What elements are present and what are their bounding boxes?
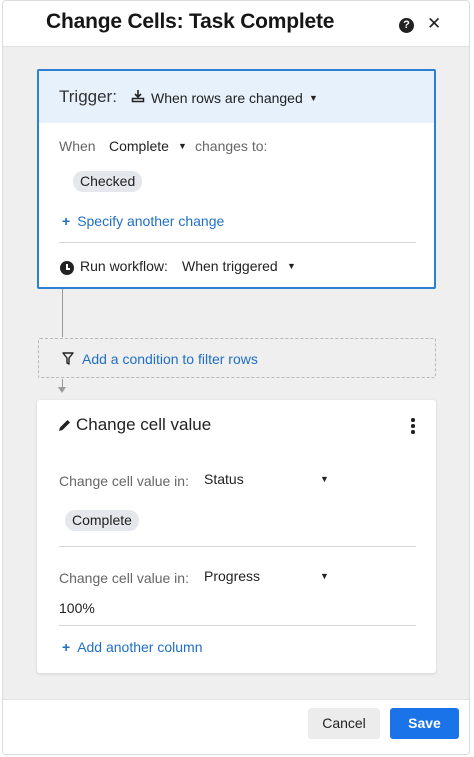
change-cell-label: Change cell value in: — [59, 473, 189, 489]
dialog-header: Change Cells: Task Complete ? ✕ — [3, 1, 469, 47]
specify-another-change-link[interactable]: + Specify another change — [62, 213, 224, 229]
clock-icon — [60, 261, 74, 275]
save-button[interactable]: Save — [390, 708, 459, 739]
progress-value-input[interactable]: 100% — [59, 600, 95, 616]
change-cell-label: Change cell value in: — [59, 570, 189, 586]
changes-to-label: changes to: — [195, 138, 268, 154]
dialog-title: Change Cells: Task Complete — [46, 10, 335, 33]
column-select-status[interactable]: Status — [204, 471, 244, 487]
when-column-select[interactable]: Complete — [109, 138, 169, 154]
value-chip-complete[interactable]: Complete — [65, 510, 139, 531]
rows-changed-icon — [131, 90, 145, 103]
arrow-down-icon — [58, 387, 66, 393]
dialog-footer: Cancel Save — [3, 699, 469, 754]
add-another-column-link[interactable]: + Add another column — [62, 639, 203, 655]
action-title: Change cell value — [76, 415, 212, 434]
action-card: Change cell value Change cell value in: … — [37, 400, 436, 673]
change-cells-dialog: Change Cells: Task Complete ? ✕ Trigger:… — [2, 0, 470, 755]
run-workflow-label: Run workflow: — [80, 258, 168, 274]
add-column-label: Add another column — [77, 639, 203, 655]
cancel-button[interactable]: Cancel — [308, 708, 380, 739]
column-select-progress[interactable]: Progress — [204, 568, 260, 584]
question-circle-icon[interactable]: ? — [399, 18, 414, 33]
specify-link-label: Specify another change — [77, 213, 225, 229]
chevron-down-icon[interactable]: ▼ — [178, 141, 187, 151]
connector-line — [62, 289, 63, 337]
trigger-card: Trigger: When rows are changed ▼ When Co… — [37, 69, 436, 289]
pencil-icon — [59, 420, 70, 431]
plus-icon: + — [62, 639, 71, 655]
divider — [59, 625, 416, 626]
divider — [59, 242, 416, 243]
divider — [59, 546, 416, 547]
add-condition-box[interactable]: Add a condition to filter rows — [38, 338, 436, 378]
value-chip-checked[interactable]: Checked — [73, 171, 143, 192]
when-label: When — [59, 138, 96, 154]
chevron-down-icon[interactable]: ▼ — [309, 93, 318, 103]
trigger-header: Trigger: When rows are changed ▼ — [39, 71, 434, 123]
trigger-type-select[interactable]: When rows are changed — [151, 90, 303, 106]
add-condition-link[interactable]: Add a condition to filter rows — [82, 351, 258, 367]
plus-icon: + — [62, 213, 71, 229]
more-vertical-icon[interactable] — [411, 418, 415, 434]
close-icon[interactable]: ✕ — [427, 14, 441, 34]
filter-icon — [62, 352, 74, 365]
run-workflow-select[interactable]: When triggered — [182, 258, 278, 274]
chevron-down-icon[interactable]: ▼ — [287, 261, 296, 271]
chevron-down-icon[interactable]: ▼ — [320, 571, 329, 581]
chevron-down-icon[interactable]: ▼ — [320, 474, 329, 484]
trigger-label: Trigger: — [59, 87, 117, 106]
